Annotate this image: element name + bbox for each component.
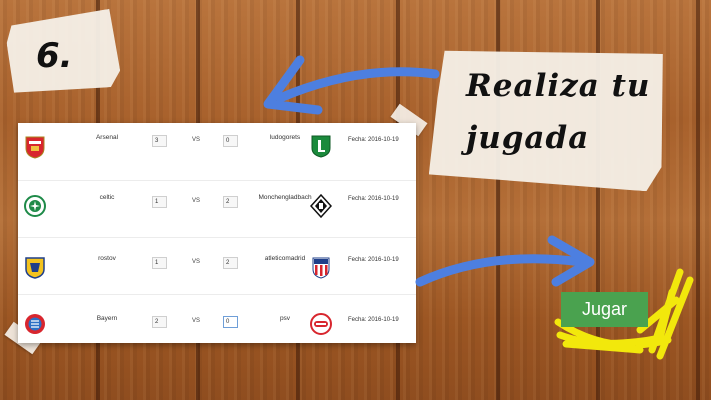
monchengladbach-crest-icon	[310, 194, 332, 218]
matches-panel: Arsenal 3 VS 0 ludogorets Fecha: 2016-10…	[18, 123, 416, 343]
rostov-crest-icon	[25, 257, 45, 279]
match-row: rostov 1 VS 2 atleticomadrid Fecha: 2016…	[18, 237, 416, 295]
away-score-input[interactable]: 0	[223, 135, 238, 147]
vs-label: VS	[192, 198, 201, 204]
ludogorets-crest-icon	[311, 135, 331, 158]
home-score-input[interactable]: 1	[152, 257, 167, 269]
match-row: Arsenal 3 VS 0 ludogorets Fecha: 2016-10…	[18, 123, 416, 181]
arsenal-crest-icon	[25, 136, 45, 159]
match-row: celtic 1 VS 2 Monchengladbach Fecha: 201…	[18, 180, 416, 238]
title-line-2: jugada	[466, 120, 590, 156]
home-score-input[interactable]: 2	[152, 316, 167, 328]
home-score-input[interactable]: 1	[152, 196, 167, 208]
title: Realiza tu jugada	[466, 60, 666, 164]
home-team: Arsenal	[95, 134, 119, 141]
away-score-input[interactable]: 2	[223, 196, 238, 208]
match-date: Fecha: 2016-10-19	[348, 317, 399, 323]
vs-label: VS	[192, 259, 201, 265]
title-line-1: Realiza tu	[466, 68, 651, 104]
away-score-input[interactable]: 2	[223, 257, 238, 269]
step-number: 6.	[36, 36, 73, 76]
home-team: celtic	[99, 194, 115, 201]
match-row: Bayern 2 VS 0 psv Fecha: 2016-10-19	[18, 294, 416, 351]
vs-label: VS	[192, 137, 201, 143]
match-date: Fecha: 2016-10-19	[348, 257, 399, 263]
celtic-crest-icon	[24, 195, 46, 217]
vs-label: VS	[192, 318, 201, 324]
jugar-button[interactable]: Jugar	[561, 292, 648, 327]
home-team: rostov	[98, 255, 116, 262]
atleticomadrid-crest-icon	[312, 257, 330, 279]
away-score-input[interactable]: 0	[223, 316, 238, 328]
match-date: Fecha: 2016-10-19	[348, 137, 399, 143]
home-team: Bayern	[96, 315, 118, 322]
bayern-crest-icon	[25, 314, 45, 334]
home-score-input[interactable]: 3	[152, 135, 167, 147]
psv-crest-icon	[310, 313, 332, 335]
match-date: Fecha: 2016-10-19	[348, 196, 399, 202]
